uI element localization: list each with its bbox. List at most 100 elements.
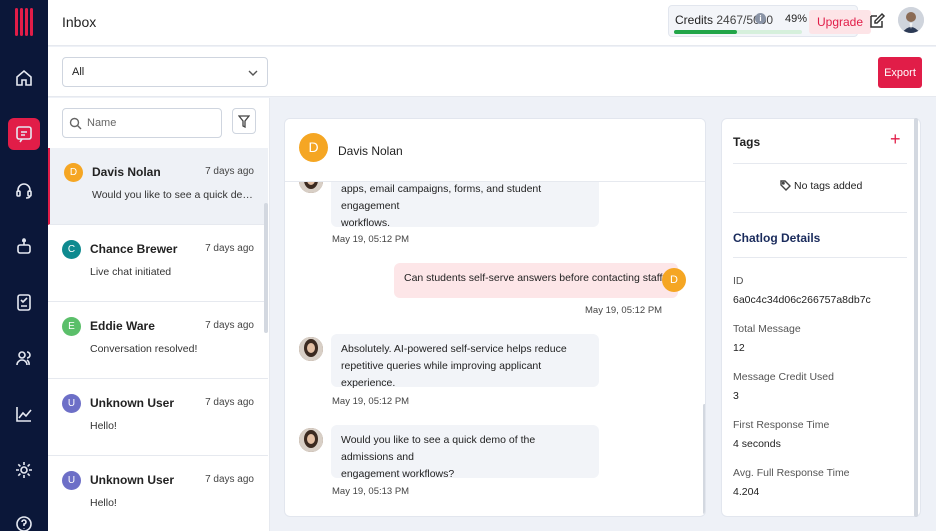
conversation-preview: Hello! <box>90 497 117 509</box>
divider <box>733 257 907 258</box>
credits-progress-fill <box>674 30 737 34</box>
detail-value: 4 seconds <box>733 438 781 450</box>
no-tags-message: No tags added <box>780 180 862 192</box>
tag-icon <box>780 180 791 191</box>
message-line: repetitive queries while improving appli… <box>341 360 542 389</box>
divider <box>733 212 907 213</box>
search-icon <box>69 117 82 130</box>
info-icon[interactable]: i <box>755 13 766 24</box>
export-button[interactable]: Export <box>878 57 922 88</box>
conversation-filter-select[interactable]: All <box>62 57 268 87</box>
credits-widget: Credits 2467/5000 i 49% Upgrade <box>668 5 872 37</box>
no-tags-text: No tags added <box>794 180 863 192</box>
home-icon[interactable] <box>8 62 40 94</box>
chevron-down-icon <box>247 67 259 79</box>
conversation-time: 7 days ago <box>205 320 254 331</box>
credits-label: Credits <box>675 13 714 27</box>
filter-button[interactable] <box>232 108 256 134</box>
conversation-name: Chance Brewer <box>90 242 178 256</box>
detail-value: 12 <box>733 342 745 354</box>
settings-icon[interactable] <box>8 454 40 486</box>
detail-label: Message Credit Used <box>733 371 834 383</box>
compose-icon[interactable] <box>868 12 888 32</box>
conversation-item[interactable]: U Unknown User 7 days ago Hello! <box>48 456 268 531</box>
conversation-avatar: E <box>62 317 81 336</box>
chat-header: D Davis Nolan <box>285 119 705 182</box>
conversation-preview: Hello! <box>90 420 117 432</box>
brand-logo[interactable] <box>12 8 36 36</box>
chat-scrollbar[interactable] <box>703 404 705 514</box>
sidebar <box>0 0 48 531</box>
chat-contact-avatar: D <box>299 133 328 162</box>
user-avatar[interactable] <box>898 7 924 33</box>
add-tag-button[interactable]: + <box>890 129 901 150</box>
message-timestamp: May 19, 05:13 PM <box>332 486 410 497</box>
detail-label: ID <box>733 275 744 287</box>
message-line: Would you like to see a quick demo of th… <box>341 434 536 463</box>
conversation-preview: Conversation resolved! <box>90 343 198 355</box>
conversation-avatar: C <box>62 240 81 259</box>
conversation-preview: Live chat initiated <box>90 266 172 278</box>
divider <box>733 163 907 164</box>
funnel-icon <box>238 115 250 128</box>
conversation-item[interactable]: E Eddie Ware 7 days ago Conversation res… <box>48 302 268 379</box>
message-line: engagement workflows? <box>341 468 455 480</box>
message-line: Absolutely. AI-powered self-service help… <box>341 343 567 355</box>
conversation-time: 7 days ago <box>205 474 254 485</box>
chat-contact-name: Davis Nolan <box>338 144 403 158</box>
headset-icon[interactable] <box>8 174 40 206</box>
message-timestamp: May 19, 05:12 PM <box>585 305 663 316</box>
conversation-avatar: U <box>62 394 81 413</box>
message-timestamp: May 19, 05:12 PM <box>332 396 410 407</box>
detail-label: Avg. Full Response Time <box>733 467 850 479</box>
help-icon[interactable] <box>8 508 40 531</box>
message-timestamp: May 19, 05:12 PM <box>332 234 410 245</box>
chat-panel: D Davis Nolan apps, email campaigns, for… <box>284 118 706 517</box>
tags-title: Tags <box>733 135 761 149</box>
top-bar: Inbox Credits 2467/5000 i 49% Upgrade <box>48 0 936 46</box>
details-scrollbar[interactable] <box>914 118 918 517</box>
bot-avatar <box>299 337 323 361</box>
conversation-time: 7 days ago <box>205 397 254 408</box>
conversation-time: 7 days ago <box>205 243 254 254</box>
detail-value: 3 <box>733 390 739 402</box>
page-title: Inbox <box>62 14 97 30</box>
message-line: Can students self-serve answers before c… <box>404 272 669 284</box>
search-input[interactable] <box>87 113 215 133</box>
detail-value: 6a0c4c34d06c266757a8db7c <box>733 294 871 306</box>
checklist-icon[interactable] <box>8 286 40 318</box>
detail-label: Total Message <box>733 323 801 335</box>
search-box[interactable] <box>62 108 222 138</box>
conversation-avatar: U <box>62 471 81 490</box>
conversation-item[interactable]: U Unknown User 7 days ago Hello! <box>48 379 268 456</box>
bot-icon[interactable] <box>8 230 40 262</box>
details-panel: Tags + No tags added Chatlog Details ID … <box>721 118 921 517</box>
user-message-bubble: Can students self-serve answers before c… <box>394 263 679 298</box>
bot-message-bubble: Absolutely. AI-powered self-service help… <box>331 334 599 389</box>
filter-selected-value: All <box>72 66 85 78</box>
message-line: workflows. <box>341 217 391 229</box>
conversation-list: D Davis Nolan 7 days ago Would you like … <box>48 98 270 531</box>
chatlog-details-title: Chatlog Details <box>733 231 821 245</box>
conversation-list-scrollbar[interactable] <box>264 203 268 333</box>
conversation-preview: Would you like to see a quick demo of th… <box>92 189 258 201</box>
user-avatar-dot: D <box>662 268 686 292</box>
upgrade-button[interactable]: Upgrade <box>809 10 872 34</box>
conversation-name: Eddie Ware <box>90 319 155 333</box>
conversation-name: Davis Nolan <box>92 165 161 179</box>
filter-bar: All Export <box>48 47 936 97</box>
analytics-icon[interactable] <box>8 398 40 430</box>
bot-avatar <box>299 428 323 452</box>
conversation-item[interactable]: C Chance Brewer 7 days ago Live chat ini… <box>48 225 268 302</box>
inbox-icon[interactable] <box>8 118 40 150</box>
detail-value: 4.204 <box>733 486 760 498</box>
conversation-name: Unknown User <box>90 473 175 487</box>
conversation-name: Unknown User <box>90 396 175 410</box>
credits-progress-bar <box>674 30 802 34</box>
conversation-time: 7 days ago <box>205 166 254 177</box>
bot-message-bubble: Would you like to see a quick demo of th… <box>331 425 599 480</box>
conversation-item[interactable]: D Davis Nolan 7 days ago Would you like … <box>48 148 268 225</box>
detail-label: First Response Time <box>733 419 830 431</box>
users-icon[interactable] <box>8 342 40 374</box>
conversation-avatar: D <box>64 163 83 182</box>
